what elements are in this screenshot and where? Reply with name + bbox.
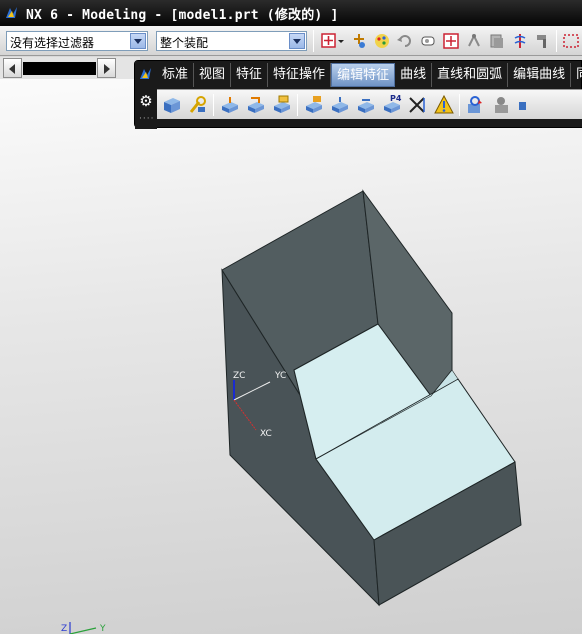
tab-feature[interactable]: 特征	[231, 63, 269, 87]
ribbon-bottom-strip	[157, 119, 582, 127]
resource-bar-navigation	[0, 57, 140, 79]
ribbon-grip[interactable]: ⚙ ····	[135, 61, 157, 129]
toolbar-separator	[459, 94, 460, 116]
window-title: NX 6 - Modeling - [model1.prt (修改的) ]	[26, 7, 339, 23]
point-snap-icon[interactable]	[320, 32, 338, 50]
resource-bar-track[interactable]	[23, 62, 96, 75]
quick-pick-icon[interactable]	[373, 32, 391, 50]
move-node-icon[interactable]	[465, 32, 483, 50]
solid-body-model[interactable]	[0, 79, 582, 634]
spring-arrow-icon[interactable]	[511, 32, 529, 50]
eraser-icon[interactable]	[419, 32, 437, 50]
toolbar-separator	[213, 94, 214, 116]
snap-arrow-icon[interactable]	[350, 32, 368, 50]
type-filter-dropdown[interactable]: 没有选择过滤器	[6, 31, 148, 51]
crosshair-target-icon[interactable]	[442, 32, 460, 50]
nx-logo-icon[interactable]	[4, 5, 20, 21]
triad-y-axis	[69, 627, 97, 634]
edit-parameters-icon[interactable]	[161, 94, 183, 116]
remove-parameters-icon[interactable]	[407, 94, 429, 116]
feature-dimension-icon[interactable]	[187, 94, 209, 116]
copy-icon[interactable]	[488, 32, 506, 50]
gear-icon[interactable]: ⚙	[138, 93, 154, 109]
triad-z-label: Z	[61, 624, 68, 634]
tab-feature-operation[interactable]: 特征操作	[268, 63, 332, 87]
ribbon-toolbar: ⚙ ···· 标准 视图 特征 特征操作 编辑特征 曲线 直线和圆弧 编辑曲线 …	[134, 60, 582, 129]
wcs-yc-label: YC	[275, 371, 287, 381]
tab-edit-curve[interactable]: 编辑曲线	[508, 63, 572, 87]
grip-dots-icon: ····	[139, 114, 155, 124]
chevron-down-icon[interactable]	[130, 33, 146, 49]
selection-scope-dropdown[interactable]: 整个装配	[156, 31, 307, 51]
tab-view[interactable]: 视图	[194, 63, 232, 87]
hammer-icon[interactable]	[534, 32, 552, 50]
ribbon-tabs: 标准 视图 特征 特征操作 编辑特征 曲线 直线和圆弧 编辑曲线 同步	[157, 63, 582, 87]
reorder-feature-icon[interactable]	[271, 94, 293, 116]
playback-icon[interactable]	[491, 94, 513, 116]
replace-feature-icon[interactable]	[303, 94, 325, 116]
wcs-zc-label: ZC	[233, 371, 246, 381]
scroll-right-button[interactable]	[97, 58, 116, 78]
graphics-viewport[interactable]: ZC YC XC Z Y	[0, 79, 582, 634]
selection-bar: 没有选择过滤器 整个装配	[0, 26, 582, 56]
unsuppress-feature-icon[interactable]	[355, 94, 377, 116]
toolbar-separator	[313, 30, 314, 52]
scroll-left-button[interactable]	[3, 58, 22, 78]
update-model-icon[interactable]	[465, 94, 487, 116]
undo-icon[interactable]	[396, 32, 414, 50]
expression-p4-icon[interactable]: P4	[381, 94, 403, 116]
toolbar-separator	[297, 94, 298, 116]
triad-y-label: Y	[100, 624, 106, 634]
tab-standard[interactable]: 标准	[157, 63, 195, 87]
edit-positioning-icon[interactable]	[219, 94, 241, 116]
tab-synchronous[interactable]: 同步	[571, 63, 582, 87]
tab-curve[interactable]: 曲线	[395, 63, 433, 87]
wcs-xc-label: XC	[260, 429, 272, 439]
selection-box-icon[interactable]	[562, 32, 580, 50]
expression-p4-label: P4	[390, 94, 402, 103]
tab-line-and-arc[interactable]: 直线和圆弧	[432, 63, 509, 87]
toolbar-separator	[556, 30, 557, 52]
tab-edit-feature[interactable]: 编辑特征	[331, 63, 396, 87]
edit-feature-icon-bar: P4	[157, 89, 582, 119]
overflow-icon[interactable]	[517, 94, 527, 116]
suppress-feature-icon[interactable]	[329, 94, 351, 116]
chevron-down-icon[interactable]	[337, 32, 345, 50]
chevron-down-icon[interactable]	[289, 33, 305, 49]
move-feature-icon[interactable]	[245, 94, 267, 116]
title-bar: NX 6 - Modeling - [model1.prt (修改的) ]	[0, 0, 582, 26]
nx-logo-icon[interactable]	[138, 66, 154, 82]
selection-scope-value: 整个装配	[160, 36, 209, 50]
delayed-update-icon[interactable]	[433, 94, 455, 116]
type-filter-value: 没有选择过滤器	[10, 36, 95, 50]
